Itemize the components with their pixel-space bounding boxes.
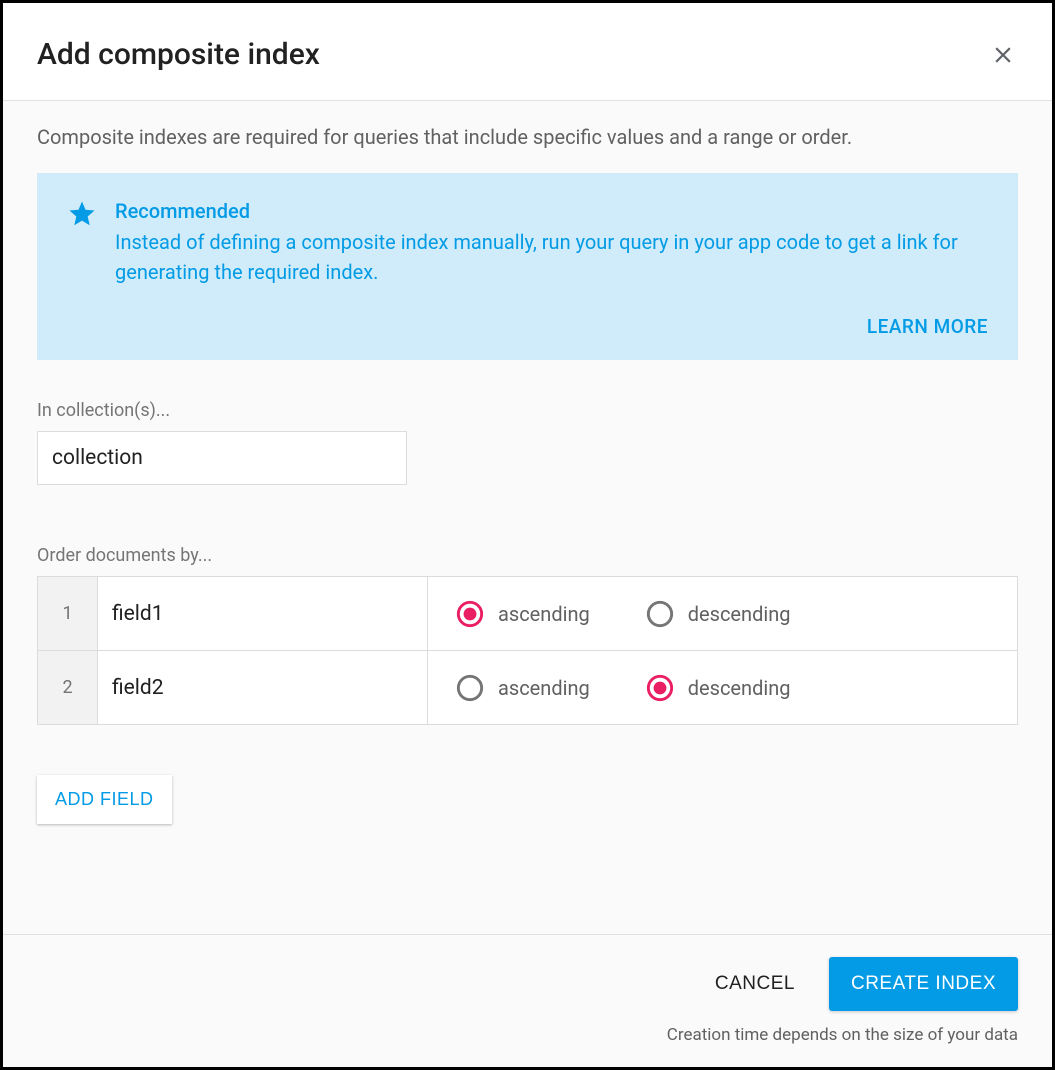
collection-input[interactable] bbox=[37, 431, 407, 485]
footer-note: Creation time depends on the size of you… bbox=[37, 1025, 1018, 1045]
recommendation-text: Instead of defining a composite index ma… bbox=[115, 227, 988, 287]
dialog-body: Composite indexes are required for queri… bbox=[3, 101, 1052, 934]
field-index: 2 bbox=[38, 651, 98, 725]
fields-table: 1 ascending bbox=[37, 576, 1018, 725]
radio-ascending[interactable]: ascending bbox=[456, 674, 590, 702]
radio-descending[interactable]: descending bbox=[646, 674, 791, 702]
cancel-button[interactable]: CANCEL bbox=[709, 963, 801, 1005]
learn-more-link[interactable]: LEARN MORE bbox=[867, 315, 988, 338]
field-name-input[interactable] bbox=[98, 652, 427, 724]
close-icon bbox=[990, 42, 1016, 68]
dialog-header: Add composite index bbox=[3, 3, 1052, 101]
star-icon bbox=[67, 199, 97, 287]
radio-label: ascending bbox=[498, 602, 590, 626]
radio-descending[interactable]: descending bbox=[646, 600, 791, 628]
radio-ascending[interactable]: ascending bbox=[456, 600, 590, 628]
create-index-button[interactable]: CREATE INDEX bbox=[829, 957, 1018, 1011]
field-row: 1 ascending bbox=[38, 577, 1018, 651]
radio-checked-icon bbox=[456, 600, 484, 628]
radio-label: descending bbox=[688, 602, 791, 626]
close-button[interactable] bbox=[988, 40, 1018, 70]
recommendation-title: Recommended bbox=[115, 199, 988, 223]
field-row: 2 ascending bbox=[38, 651, 1018, 725]
radio-label: descending bbox=[688, 676, 791, 700]
field-name-input[interactable] bbox=[98, 578, 427, 650]
radio-label: ascending bbox=[498, 676, 590, 700]
order-label: Order documents by... bbox=[37, 545, 1018, 566]
recommendation-card: Recommended Instead of defining a compos… bbox=[37, 173, 1018, 360]
radio-unchecked-icon bbox=[456, 674, 484, 702]
collection-label: In collection(s)... bbox=[37, 400, 1018, 421]
radio-checked-icon bbox=[646, 674, 674, 702]
radio-unchecked-icon bbox=[646, 600, 674, 628]
dialog-title: Add composite index bbox=[37, 37, 320, 72]
dialog-description: Composite indexes are required for queri… bbox=[37, 125, 1018, 149]
field-index: 1 bbox=[38, 577, 98, 651]
composite-index-dialog: Add composite index Composite indexes ar… bbox=[0, 0, 1055, 1070]
dialog-footer: CANCEL CREATE INDEX Creation time depend… bbox=[3, 934, 1052, 1067]
add-field-button[interactable]: ADD FIELD bbox=[37, 775, 172, 824]
